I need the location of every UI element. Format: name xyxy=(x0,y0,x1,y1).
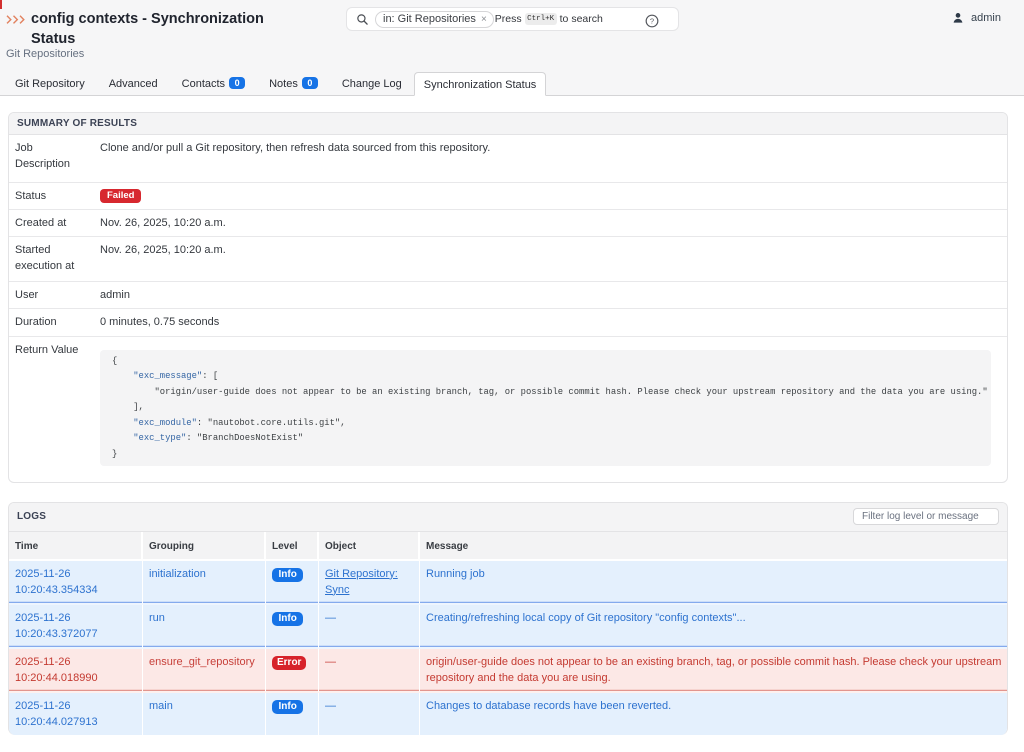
svg-text:?: ? xyxy=(650,17,654,26)
